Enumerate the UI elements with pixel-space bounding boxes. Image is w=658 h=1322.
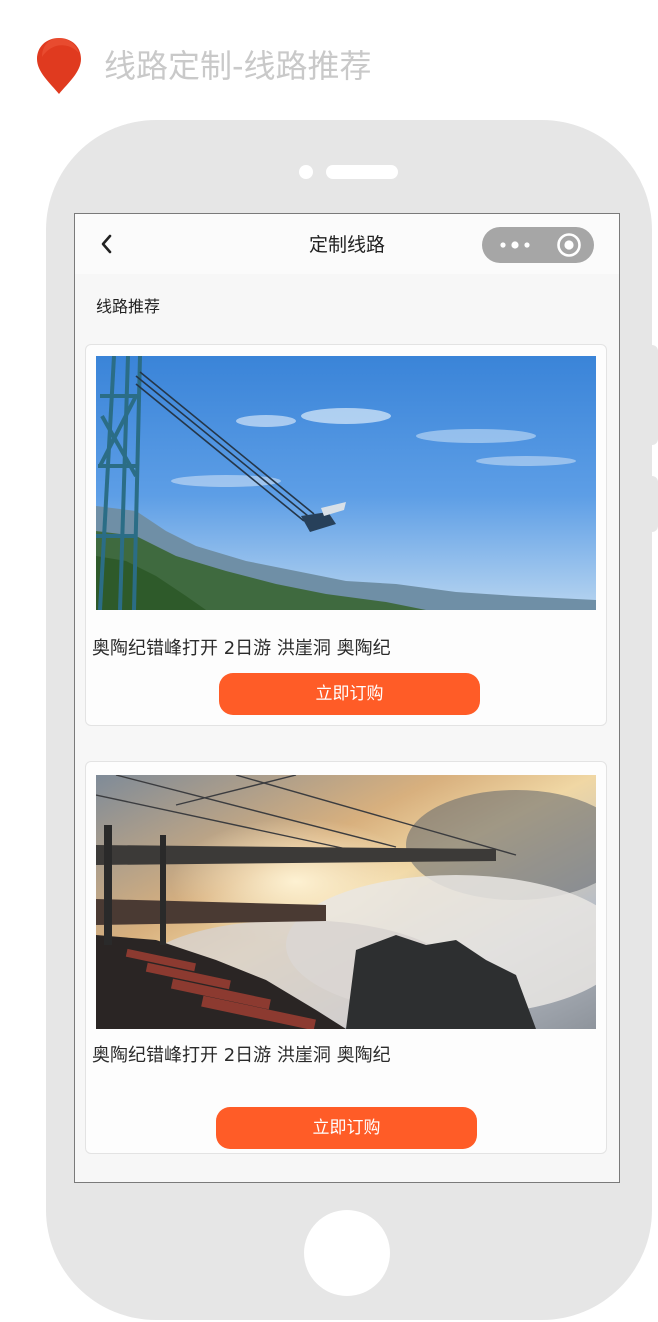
capsule-menu [482, 227, 594, 263]
route-title[interactable]: 奥陶纪错峰打开 2日游 洪崖洞 奥陶纪 [92, 1043, 391, 1069]
route-title[interactable]: 奥陶纪错峰打开 2日游 洪崖洞 奥陶纪 [92, 636, 391, 662]
page-title: 线路定制-线路推荐 [104, 47, 372, 85]
section-title: 线路推荐 [96, 297, 161, 316]
target-circle-icon[interactable] [556, 232, 582, 258]
volume-button [650, 345, 658, 445]
location-pin-icon [37, 38, 81, 94]
route-photo-sky-bridge[interactable] [96, 775, 596, 1029]
more-dots-icon[interactable] [498, 237, 538, 253]
order-now-button[interactable]: 立即订购 [219, 673, 480, 715]
route-card: 奥陶纪错峰打开 2日游 洪崖洞 奥陶纪 立即订购 [85, 344, 607, 726]
earpiece-speaker [326, 165, 398, 179]
phone-screen: 定制线路 线路推荐 奥陶纪错峰打开 2日游 洪崖洞 奥陶纪 立即订购 奥陶纪错峰… [74, 213, 620, 1183]
route-photo-cliff-swing[interactable] [96, 356, 596, 610]
order-now-button[interactable]: 立即订购 [216, 1107, 477, 1149]
front-camera [299, 165, 313, 179]
route-card: 奥陶纪错峰打开 2日游 洪崖洞 奥陶纪 立即订购 [85, 761, 607, 1154]
power-button [650, 476, 658, 532]
mini-program-navbar: 定制线路 [75, 214, 619, 274]
home-button[interactable] [304, 1210, 390, 1296]
